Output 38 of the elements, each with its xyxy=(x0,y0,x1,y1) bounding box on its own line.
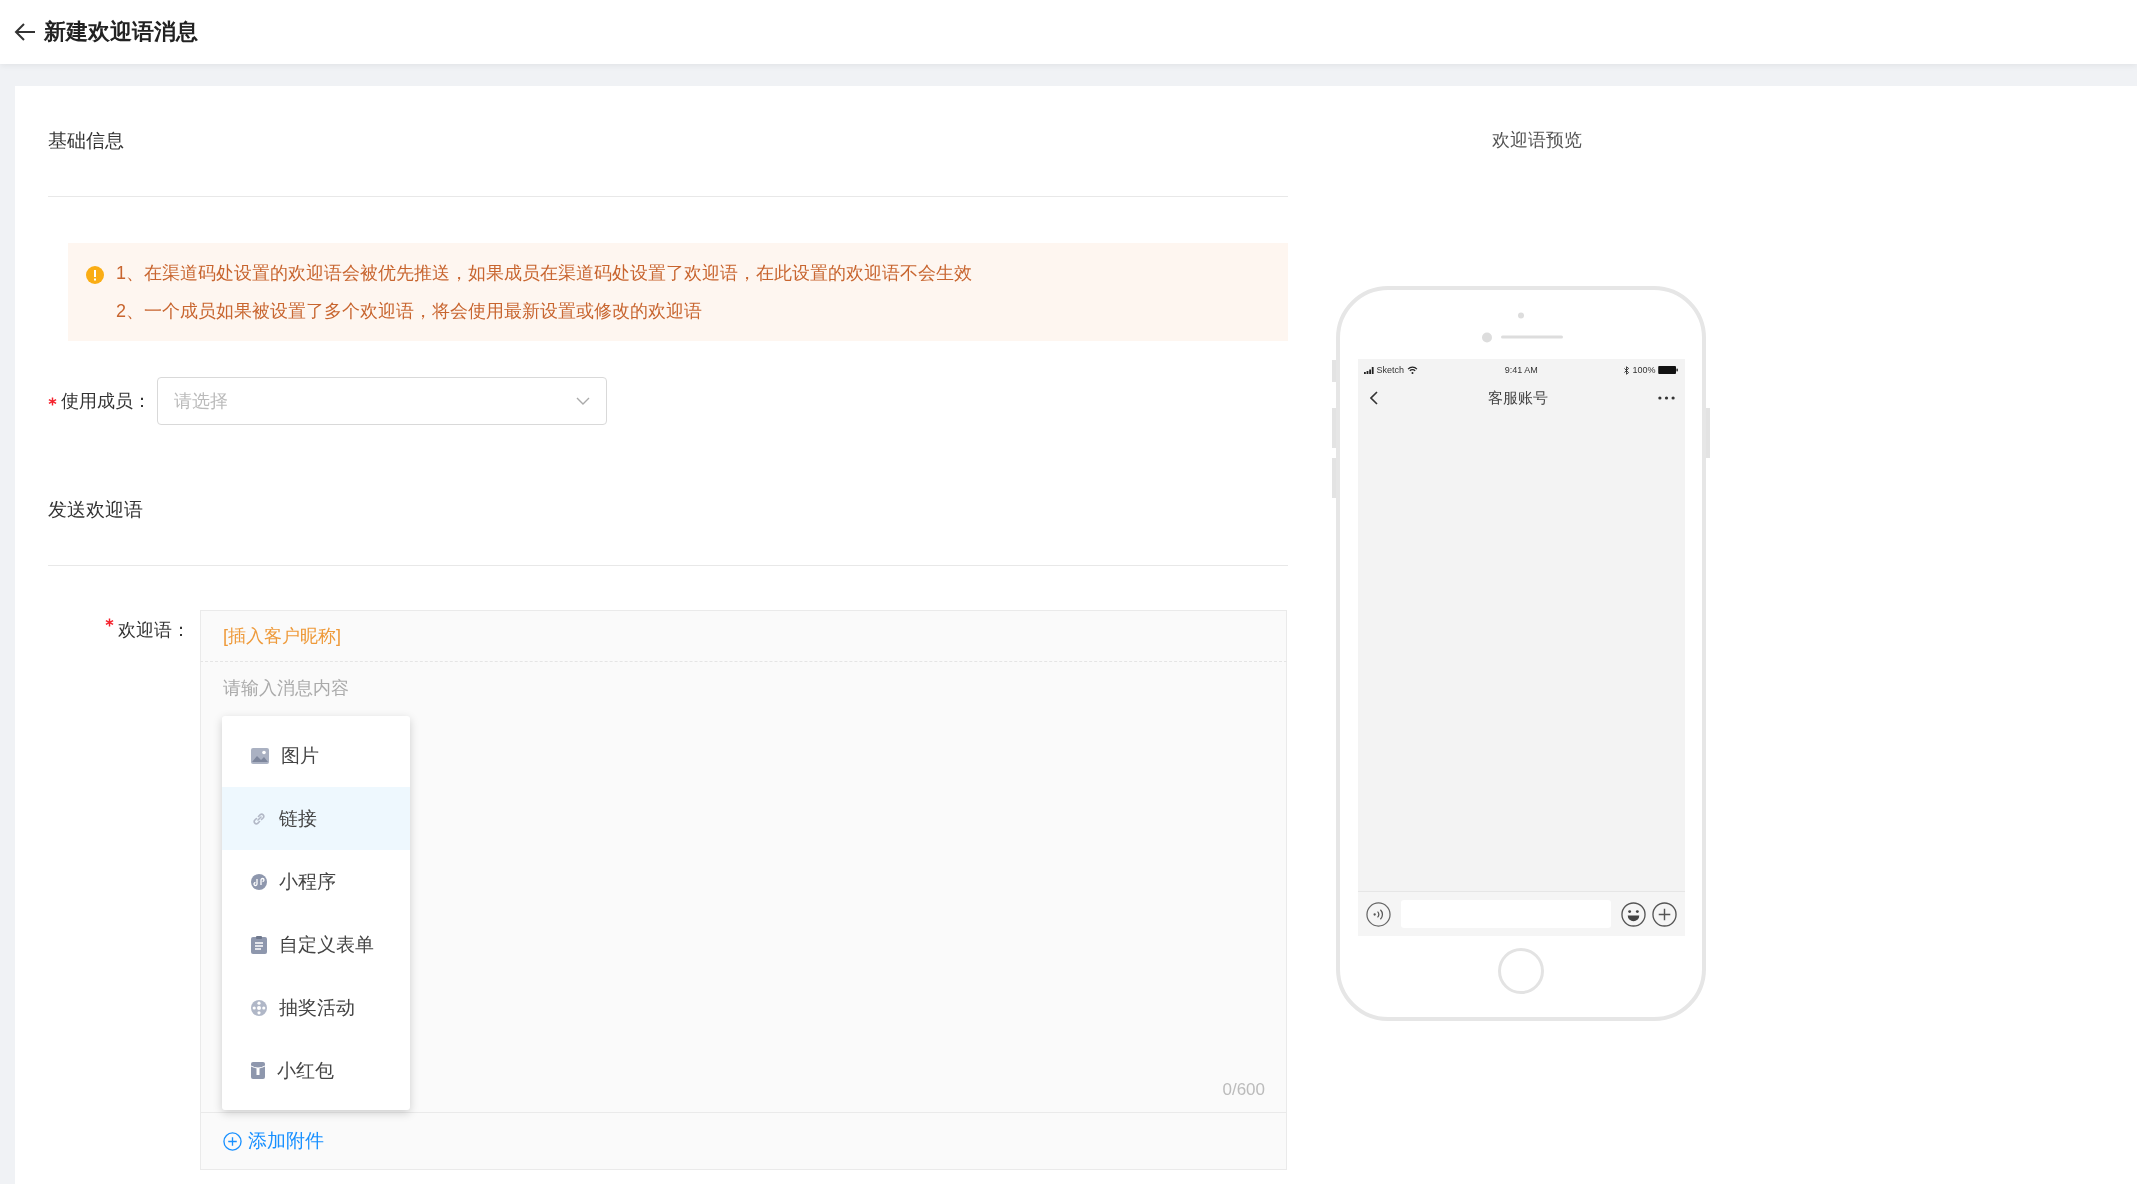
clock-text: 9:41 AM xyxy=(1504,365,1538,375)
envelope-icon xyxy=(251,1062,265,1079)
plus-circle-icon xyxy=(1651,901,1677,927)
smiley-icon xyxy=(1620,901,1646,927)
notice-text: 1、在渠道码处设置的欢迎语会被优先推送，如果成员在渠道码处设置了欢迎语，在此设置的欢迎语不会生效 xyxy=(116,262,972,285)
signal-icon xyxy=(1363,366,1374,374)
battery-icon xyxy=(1658,366,1679,374)
back-chevron-icon xyxy=(1369,391,1378,405)
back-arrow-icon[interactable] xyxy=(14,22,36,42)
wheel-icon xyxy=(251,999,267,1016)
page-title: 新建欢迎语消息 xyxy=(44,18,198,46)
section-title: 基础信息 xyxy=(48,86,1288,197)
menu-item[interactable]: 自定义表单 xyxy=(222,913,410,976)
bluetooth-icon xyxy=(1624,365,1630,375)
wifi-icon xyxy=(1407,366,1418,374)
miniprogram-icon xyxy=(251,873,267,890)
menu-item[interactable]: 图片 xyxy=(222,724,410,787)
link-icon xyxy=(251,810,267,827)
battery-text: 100% xyxy=(1632,365,1656,375)
notice-text: 2、一个成员如果被设置了多个欢迎语，将会使用最新设置或修改的欢迎语 xyxy=(116,300,703,323)
image-icon xyxy=(251,747,269,764)
voice-icon xyxy=(1365,901,1391,927)
menu-item[interactable]: 抽奖活动 xyxy=(222,976,410,1039)
char-counter: 0/600 xyxy=(1222,1080,1265,1100)
carrier-text: Sketch xyxy=(1376,365,1404,375)
section-title: 发送欢迎语 xyxy=(48,425,1288,566)
warning-icon xyxy=(86,266,104,284)
menu-item[interactable]: 小红包 xyxy=(222,1039,410,1102)
clipboard-icon xyxy=(251,935,267,954)
menu-item[interactable]: 链接 xyxy=(222,787,410,850)
field-label: 使用成员： xyxy=(61,390,151,413)
more-icon xyxy=(1657,396,1675,400)
chevron-down-icon xyxy=(576,396,590,406)
chat-title: 客服账号 xyxy=(1487,388,1548,408)
preview-title: 欢迎语预览 xyxy=(1492,129,1582,152)
field-label: 欢迎语： xyxy=(118,619,190,642)
plus-circle-icon xyxy=(223,1131,242,1151)
menu-item[interactable]: 小程序 xyxy=(222,850,410,913)
